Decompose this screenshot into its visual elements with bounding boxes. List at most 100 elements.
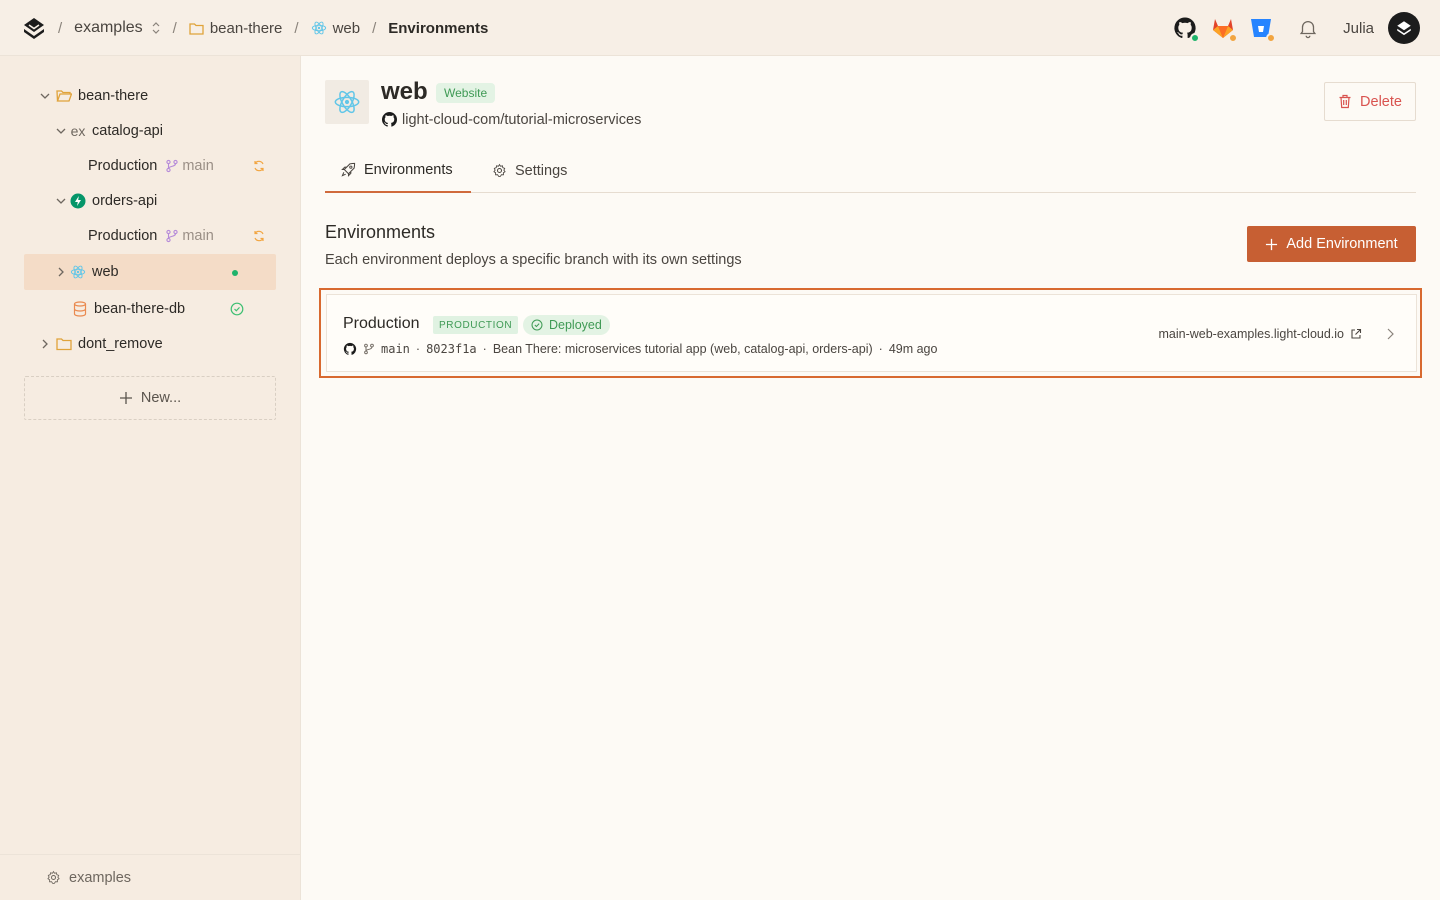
section-subtitle: Each environment deploys a specific bran… — [325, 252, 742, 268]
chevron-down-icon[interactable] — [38, 89, 52, 103]
branch-name: main — [182, 158, 214, 174]
environment-card[interactable]: Production PRODUCTION Deployed main · 80… — [326, 294, 1417, 372]
fastapi-icon — [70, 193, 86, 209]
sidebar-item-dont-remove[interactable]: dont_remove — [24, 326, 276, 362]
folder-icon — [189, 22, 204, 35]
check-circle-icon — [230, 302, 244, 316]
environment-type-tag: PRODUCTION — [433, 316, 519, 334]
commit-hash: 8023f1a — [426, 342, 477, 356]
sidebar-item-orders-api-production[interactable]: Production main — [24, 218, 276, 254]
tab-settings[interactable]: Settings — [492, 148, 567, 193]
environment-url-link[interactable]: main-web-examples.light-cloud.io — [1159, 327, 1363, 341]
tab-environments[interactable]: Environments — [325, 148, 471, 193]
sync-icon — [254, 230, 264, 242]
sidebar-footer-org[interactable]: examples — [0, 854, 300, 900]
meta-separator: · — [878, 342, 883, 356]
chevron-up-down-icon — [152, 22, 160, 34]
add-environment-button[interactable]: Add Environment — [1247, 226, 1416, 262]
sidebar-item-label: dont_remove — [78, 336, 163, 352]
github-icon — [343, 342, 357, 355]
environment-label: Production — [88, 158, 158, 174]
main-content: web Website light-cloud-com/tutorial-mic… — [301, 56, 1440, 900]
bitbucket-provider[interactable] — [1249, 16, 1277, 43]
sidebar-item-label: bean-there — [78, 88, 149, 104]
react-icon — [311, 21, 326, 35]
breadcrumb-separator: / — [372, 19, 377, 37]
check-circle-icon — [531, 319, 543, 331]
gitlab-provider[interactable] — [1211, 16, 1239, 43]
react-icon — [70, 264, 86, 280]
sidebar-item-label: catalog-api — [92, 123, 163, 139]
sidebar-item-label: bean-there-db — [94, 301, 186, 317]
sidebar-item-label: orders-api — [92, 193, 158, 209]
avatar[interactable] — [1388, 12, 1420, 44]
meta-separator: · — [482, 342, 487, 356]
sidebar-item-label: web — [92, 264, 119, 280]
sidebar-item-catalog-api-production[interactable]: Production main — [24, 148, 276, 184]
gear-icon — [493, 163, 506, 177]
database-icon — [72, 301, 88, 317]
breadcrumb-separator: / — [172, 19, 177, 37]
sidebar: bean-there ex catalog-api Production mai… — [0, 56, 301, 900]
chevron-down-icon[interactable] — [54, 194, 68, 208]
sidebar-item-web[interactable]: web — [24, 254, 276, 290]
branch-label: main — [165, 228, 214, 244]
deploy-time: 49m ago — [888, 342, 938, 356]
chevron-right-icon[interactable] — [54, 265, 68, 279]
folder-open-icon — [56, 88, 72, 104]
plus-icon — [119, 392, 132, 404]
connected-status-dot — [1190, 33, 1201, 43]
tab-bar: Environments Settings — [325, 148, 1416, 193]
git-branch-icon — [166, 159, 178, 173]
sidebar-item-bean-there-db[interactable]: bean-there-db — [24, 291, 276, 327]
breadcrumb-separator: / — [58, 19, 63, 37]
user-name[interactable]: Julia — [1343, 20, 1374, 37]
github-icon — [381, 112, 398, 127]
breadcrumb-current: Environments — [388, 19, 489, 37]
status-badge: Deployed — [523, 315, 610, 335]
external-link-icon — [1351, 328, 1362, 339]
git-branch-icon — [166, 229, 178, 243]
delete-label: Delete — [1360, 93, 1402, 110]
top-right-actions: Julia — [1173, 0, 1420, 56]
pending-status-dot — [1228, 33, 1239, 43]
new-button-label: New... — [140, 390, 182, 406]
environment-url: main-web-examples.light-cloud.io — [1158, 327, 1345, 341]
github-provider[interactable] — [1173, 16, 1201, 43]
status-label: Deployed — [549, 318, 602, 332]
project-name: bean-there — [209, 19, 283, 37]
bell-icon[interactable] — [1297, 17, 1319, 39]
express-icon: ex — [70, 123, 86, 139]
user-avatar-icon — [1397, 21, 1411, 36]
light-cloud-logo-icon[interactable] — [22, 16, 46, 40]
meta-separator: · — [415, 342, 421, 356]
tab-label: Settings — [515, 162, 568, 179]
breadcrumb-org[interactable]: examples — [74, 19, 160, 37]
repo-name: light-cloud-com/tutorial-microservices — [402, 111, 642, 128]
org-name: examples — [74, 19, 143, 36]
plus-icon — [1266, 238, 1278, 250]
environment-meta: main · 8023f1a · Bean There: microservic… — [343, 342, 937, 356]
top-bar: / examples / bean-there / web / Environm… — [0, 0, 1440, 56]
new-button[interactable]: New... — [24, 376, 276, 420]
breadcrumb-separator: / — [294, 19, 299, 37]
service-icon — [325, 80, 369, 124]
page-title: web — [381, 78, 428, 105]
sidebar-item-orders-api[interactable]: orders-api — [24, 183, 276, 219]
chevron-down-icon[interactable] — [54, 124, 68, 138]
sidebar-item-bean-there[interactable]: bean-there — [24, 78, 276, 114]
sidebar-item-catalog-api[interactable]: ex catalog-api — [24, 113, 276, 149]
react-icon — [334, 90, 360, 114]
chevron-right-icon[interactable] — [38, 337, 52, 351]
folder-icon — [56, 336, 72, 352]
trash-icon — [1339, 94, 1351, 109]
git-branch-icon — [364, 343, 374, 355]
breadcrumb-project[interactable]: bean-there — [189, 19, 283, 37]
service-name: web — [332, 19, 361, 37]
chevron-right-icon[interactable] — [1384, 327, 1396, 341]
breadcrumb-service[interactable]: web — [311, 19, 361, 37]
delete-button[interactable]: Delete — [1324, 82, 1416, 121]
repo-link[interactable]: light-cloud-com/tutorial-microservices — [381, 111, 641, 128]
branch-label: main — [165, 158, 214, 174]
footer-org-name: examples — [69, 869, 132, 886]
